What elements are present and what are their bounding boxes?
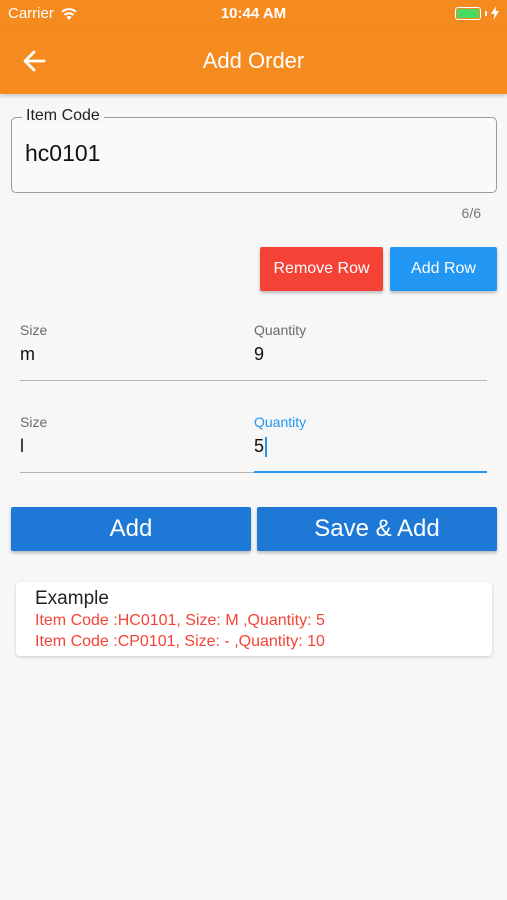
charging-icon bbox=[491, 6, 499, 20]
add-button[interactable]: Add bbox=[11, 507, 251, 551]
page-title: Add Order bbox=[202, 48, 305, 73]
quantity-value: 9 bbox=[254, 344, 265, 364]
size-value: m bbox=[20, 344, 35, 364]
quantity-label: Quantity bbox=[254, 322, 307, 338]
app-bar: Add Order bbox=[0, 28, 507, 94]
save-and-add-button[interactable]: Save & Add bbox=[257, 507, 497, 551]
item-code-field[interactable]: Item Code bbox=[11, 107, 497, 193]
size-label: Size bbox=[20, 322, 48, 338]
size-field-row-1[interactable]: Size m bbox=[20, 322, 254, 381]
status-bar: Carrier 10:44 AM bbox=[0, 0, 507, 28]
quantity-label: Quantity bbox=[254, 414, 307, 430]
example-card: Example Item Code :HC0101, Size: M ,Quan… bbox=[16, 582, 492, 656]
item-code-input[interactable] bbox=[25, 140, 465, 167]
clock: 10:44 AM bbox=[220, 5, 287, 22]
add-row-button[interactable]: Add Row bbox=[390, 247, 497, 291]
battery-icon bbox=[455, 6, 481, 20]
size-field-row-2[interactable]: Size l bbox=[20, 414, 254, 473]
item-code-label: Item Code bbox=[22, 107, 104, 125]
text-cursor bbox=[265, 436, 268, 457]
remove-row-button[interactable]: Remove Row bbox=[260, 247, 383, 291]
quantity-field-row-2[interactable]: Quantity 5 bbox=[254, 414, 487, 473]
battery-indicator bbox=[455, 6, 499, 20]
quantity-value-wrapper: 5 bbox=[254, 436, 487, 457]
quantity-field-row-1[interactable]: Quantity 9 bbox=[254, 322, 487, 381]
example-title: Example bbox=[35, 588, 109, 609]
example-line: Item Code :HC0101, Size: M ,Quantity: 5 bbox=[35, 612, 325, 629]
size-label: Size bbox=[20, 414, 48, 430]
character-counter: 6/6 bbox=[461, 205, 481, 221]
example-line: Item Code :CP0101, Size: - ,Quantity: 10 bbox=[35, 633, 325, 650]
quantity-value: 5 bbox=[254, 436, 265, 456]
size-value: l bbox=[20, 436, 24, 456]
